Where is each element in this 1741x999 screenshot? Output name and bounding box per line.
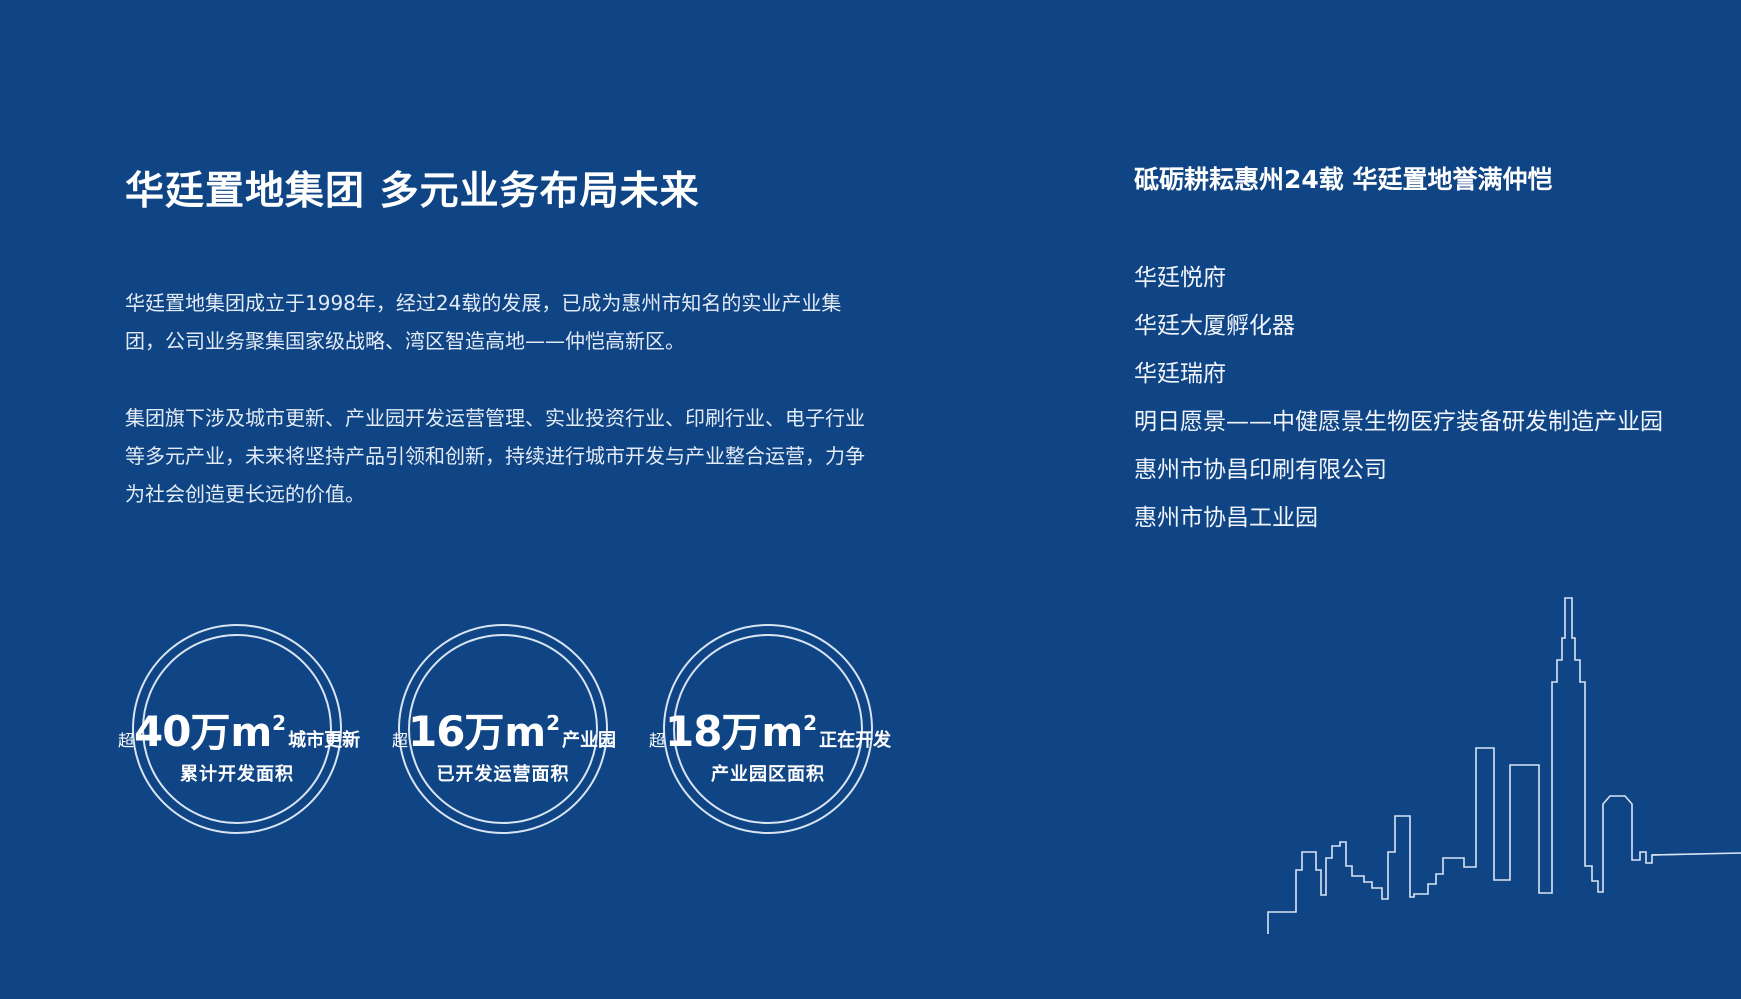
skyline-tail bbox=[1651, 852, 1741, 856]
slide: 华廷置地集团 多元业务布局未来 华廷置地集团成立于1998年，经过24载的发展，… bbox=[0, 0, 1741, 999]
skyline-illustration bbox=[0, 597, 1741, 935]
skyline-outline bbox=[1267, 597, 1741, 934]
